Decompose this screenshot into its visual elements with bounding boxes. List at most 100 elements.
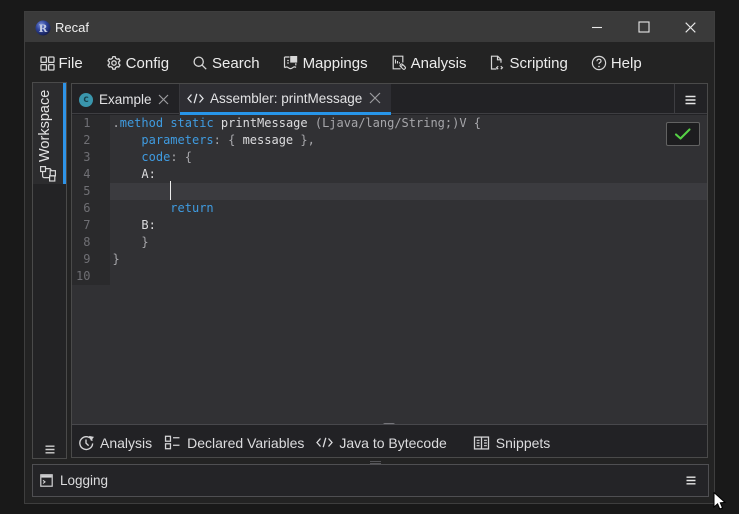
code-token: : (213, 133, 221, 148)
menu-mappings-label: Mappings (302, 54, 368, 72)
sidebar: Workspace (32, 82, 67, 459)
code-token: code (141, 150, 171, 165)
toolbar-analysis[interactable]: Analysis (72, 435, 158, 451)
window-title: Recaf (55, 20, 89, 35)
code-line: } (113, 251, 482, 268)
code-token: : (170, 150, 178, 165)
assembler-status-button[interactable] (666, 122, 700, 146)
tab-assembler-close-icon[interactable] (369, 92, 381, 104)
line-number: 7 (83, 218, 91, 233)
tab-bar: c Example Assembler: printMessage (72, 84, 707, 115)
mouse-cursor (713, 492, 726, 510)
code-token: . (112, 116, 120, 131)
logging-menu-button[interactable] (686, 465, 696, 496)
line-number: 10 (76, 268, 91, 283)
maximize-button[interactable] (627, 12, 661, 42)
menu-file[interactable]: File (28, 49, 94, 77)
code-icon (316, 437, 334, 448)
line-number: 1 (83, 116, 91, 131)
menu-config-label: Config (125, 54, 170, 72)
code-line: parameters: { message }, (113, 132, 482, 149)
code-token: message (235, 133, 301, 148)
code-editor[interactable]: 1 2 3 4 5 6 7 8 9 10 .method static printMessage … (72, 115, 707, 424)
history-clock-icon (79, 435, 94, 450)
magnifier-icon (193, 56, 207, 70)
line-number: 3 (83, 150, 91, 165)
menu-help-label: Help (610, 54, 642, 72)
menu-bar: File Config Search Mappings Analysis Scr… (25, 42, 714, 84)
toolbar-snippets[interactable]: Snippets (467, 435, 556, 451)
line-number: 8 (83, 234, 91, 249)
sidebar-menu-button[interactable] (33, 445, 66, 454)
line-number: 6 (83, 201, 91, 216)
menu-file-label: File (58, 54, 83, 72)
code-line: return (113, 200, 482, 217)
menu-analysis[interactable]: Analysis (379, 49, 478, 77)
code-token: } (141, 234, 149, 249)
toolbar-declared-variables-label: Declared Variables (187, 434, 305, 451)
workspace-grid-icon (39, 55, 55, 71)
code-token: printMessage (220, 116, 308, 131)
workspace-label-text: Workspace (37, 90, 53, 162)
code-token: A: (141, 167, 156, 182)
logging-label: Logging (60, 473, 109, 488)
code-line: A: (113, 166, 482, 183)
code-token: method (119, 116, 164, 131)
logging-header[interactable]: Logging (40, 465, 108, 496)
tab-example-close-icon[interactable] (158, 94, 169, 105)
tab-example-label: Example (99, 92, 152, 107)
toolbar-snippets-label: Snippets (495, 434, 551, 451)
tab-assembler[interactable]: Assembler: printMessage (180, 84, 391, 115)
logging-panel: Logging (32, 464, 709, 497)
title-bar[interactable]: R Recaf (25, 12, 714, 42)
code-icon (187, 93, 204, 103)
splitter-line (370, 461, 381, 462)
gear-icon (107, 55, 121, 70)
svg-text:R: R (39, 23, 48, 35)
tab-example[interactable]: c Example (72, 84, 180, 115)
toolbar-java-to-bytecode-label: Java to Bytecode (339, 434, 447, 451)
menu-search[interactable]: Search (181, 49, 272, 77)
toolbar-analysis-label: Analysis (100, 434, 153, 451)
menu-scripting[interactable]: Scripting (478, 49, 579, 77)
book-icon (473, 435, 489, 450)
assembler-toolbar: Analysis Declared Variables Java to Byte… (72, 424, 707, 457)
code-content: .method static printMessage (Ljava/lang/… (113, 115, 482, 284)
hamburger-icon (45, 445, 54, 454)
code-token: { (184, 150, 193, 165)
menu-help[interactable]: Help (579, 49, 653, 77)
workspace-tree-icon (40, 166, 56, 182)
code-token: }, (300, 133, 315, 148)
editor-panel: c Example Assembler: printMessage 1 2 3 4 5 6… (71, 83, 708, 458)
code-token: return (170, 201, 214, 216)
toolbar-java-to-bytecode[interactable]: Java to Bytecode (310, 435, 452, 451)
toolbar-declared-variables[interactable]: Declared Variables (158, 435, 310, 451)
line-number: 5 (83, 184, 91, 199)
code-line: } (113, 234, 482, 251)
hamburger-icon (685, 95, 695, 104)
question-circle-icon (591, 55, 607, 71)
class-icon: c (79, 92, 93, 107)
code-line: B: (113, 217, 482, 234)
close-button[interactable] (673, 12, 707, 42)
line-number: 2 (83, 133, 91, 148)
minimize-button[interactable] (580, 12, 614, 42)
code-token: static (170, 116, 214, 131)
console-icon (40, 474, 53, 487)
sidebar-item-workspace[interactable]: Workspace (33, 83, 66, 184)
text-transform-icon (283, 56, 297, 70)
menu-config[interactable]: Config (94, 49, 180, 77)
line-number: 9 (83, 251, 91, 266)
check-icon (674, 127, 691, 140)
tab-list-button[interactable] (674, 84, 707, 114)
code-token: (Ljava/lang/String;)V { (314, 116, 482, 131)
menu-mappings[interactable]: Mappings (271, 49, 379, 77)
minimize-icon (592, 26, 602, 29)
code-token: } (112, 251, 120, 266)
